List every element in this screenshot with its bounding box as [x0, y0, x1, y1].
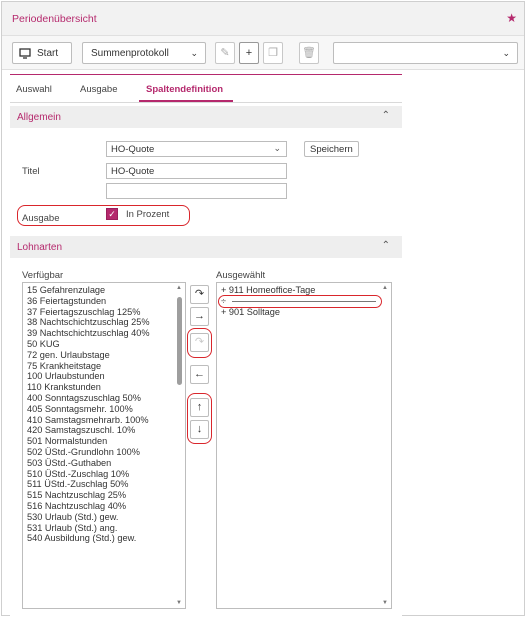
list-item[interactable]: 510 ÜStd.-Zuschlag 10%: [23, 469, 185, 480]
arrow-right-divide-icon: ↷: [194, 336, 205, 348]
selected-label: Ausgewählt: [216, 270, 266, 281]
title-bar: Periodenübersicht ★: [2, 2, 524, 36]
available-list[interactable]: 15 Gefahrenzulage 36 Feiertagstunden 37 Fe…: [22, 282, 186, 609]
arrow-up-icon: ↑: [196, 401, 203, 413]
list-item[interactable]: 37 Feiertagszuschlag 125%: [23, 307, 185, 318]
active-tab-indicator: [139, 100, 233, 102]
list-item[interactable]: 39 Nachtschichtzuschlag 40%: [23, 328, 185, 339]
arrow-down-icon: ↓: [196, 423, 203, 435]
start-button-label: Start: [37, 48, 59, 59]
edit-button[interactable]: ✎: [215, 42, 235, 64]
add-button[interactable]: →: [190, 307, 209, 326]
app-window: Periodenübersicht ★ Start Summenprotokol…: [1, 1, 525, 617]
arrow-right-plus-icon: ↷: [194, 288, 205, 300]
list-item[interactable]: 531 Urlaub (Std.) ang.: [23, 523, 185, 534]
list-item[interactable]: 50 KUG: [23, 339, 185, 350]
remove-button[interactable]: ←: [190, 365, 209, 384]
divider-line: [232, 301, 376, 302]
in-prozent-checkbox[interactable]: ✓: [106, 208, 118, 220]
chevron-down-icon: ⌄: [502, 48, 510, 58]
right-select[interactable]: ⌄: [333, 42, 518, 64]
save-button[interactable]: Speichern: [304, 141, 359, 157]
tab-spaltendefinition[interactable]: Spaltendefinition: [146, 84, 223, 95]
tab-auswahl[interactable]: Auswahl: [16, 84, 52, 95]
scroll-up-icon[interactable]: ▲: [382, 285, 388, 291]
pencil-icon: ✎: [220, 47, 230, 59]
move-up-button[interactable]: ↑: [190, 398, 209, 417]
list-item[interactable]: 38 Nachtschichtzuschlag 25%: [23, 317, 185, 328]
column-select-value: HO-Quote: [111, 144, 155, 155]
in-prozent-label: In Prozent: [126, 209, 170, 220]
list-item[interactable]: 501 Normalstunden: [23, 436, 185, 447]
extra-title-field[interactable]: [106, 183, 287, 199]
delete-button[interactable]: 🗑: [299, 42, 319, 64]
list-item[interactable]: 511 ÜStd.-Zuschlag 50%: [23, 479, 185, 490]
available-items: 15 Gefahrenzulage 36 Feiertagstunden 37 Fe…: [23, 283, 185, 544]
list-item[interactable]: 72 gen. Urlaubstage: [23, 350, 185, 361]
toolbar: Start Summenprotokoll ⌄ ✎ + ❐ 🗑 ⌄: [2, 36, 524, 70]
list-item[interactable]: 420 Samstagszuschl. 10%: [23, 425, 185, 436]
list-item[interactable]: 15 Gefahrenzulage: [23, 285, 185, 296]
list-item[interactable]: 530 Urlaub (Std.) gew.: [23, 512, 185, 523]
definition-panel: Auswahl Ausgabe Spaltendefinition Allgem…: [10, 74, 402, 617]
scroll-up-icon[interactable]: ▲: [176, 285, 182, 291]
titel-field-value: HO-Quote: [111, 166, 155, 177]
list-item[interactable]: 410 Samstagsmehrarb. 100%: [23, 415, 185, 426]
selected-scrollbar[interactable]: ▲ ▼: [382, 285, 389, 606]
chevron-up-icon[interactable]: ⌃: [382, 110, 390, 121]
list-item[interactable]: 100 Urlaubstunden: [23, 371, 185, 382]
list-item[interactable]: + 901 Solltage: [217, 307, 391, 318]
list-item[interactable]: 502 ÜStd.-Grundlohn 100%: [23, 447, 185, 458]
chevron-up-icon[interactable]: ⌃: [382, 240, 390, 251]
window-title: Periodenübersicht: [12, 13, 97, 25]
ausgabe-label: Ausgabe: [22, 213, 60, 224]
titel-field[interactable]: HO-Quote: [106, 163, 287, 179]
list-item[interactable]: 75 Krankheitstage: [23, 361, 185, 372]
list-item[interactable]: 515 Nachtzuschlag 25%: [23, 490, 185, 501]
list-item[interactable]: + 911 Homeoffice-Tage: [217, 283, 391, 296]
copy-button[interactable]: ❐: [263, 42, 283, 64]
add-with-plus-button[interactable]: ↷: [190, 285, 209, 304]
list-item[interactable]: 110 Krankstunden: [23, 382, 185, 393]
available-scrollbar[interactable]: ▲ ▼: [176, 285, 183, 606]
section-allgemein-title: Allgemein: [17, 112, 61, 123]
selected-list[interactable]: + 911 Homeoffice-Tage ÷ + 901 Solltage ▲…: [216, 282, 392, 609]
copy-icon: ❐: [268, 47, 278, 59]
star-plus-icon[interactable]: ★: [506, 11, 517, 25]
list-item[interactable]: 400 Sonntagszuschlag 50%: [23, 393, 185, 404]
arrow-right-icon: →: [194, 310, 205, 322]
plus-icon: +: [245, 47, 253, 59]
tab-bar: Auswahl Ausgabe Spaltendefinition: [10, 75, 402, 103]
protocol-select[interactable]: Summenprotokoll ⌄: [82, 42, 206, 64]
scroll-down-icon[interactable]: ▼: [382, 600, 388, 606]
monitor-icon: [19, 48, 31, 59]
add-button[interactable]: +: [239, 42, 259, 64]
move-down-button[interactable]: ↓: [190, 420, 209, 439]
list-item[interactable]: 540 Ausbildung (Std.) gew.: [23, 533, 185, 544]
section-lohnarten-header[interactable]: Lohnarten ⌃: [10, 236, 402, 258]
chevron-down-icon: ⌄: [273, 143, 281, 153]
list-item[interactable]: 503 ÜStd.-Guthaben: [23, 458, 185, 469]
add-with-divide-button[interactable]: ↷: [190, 333, 209, 352]
list-item[interactable]: 405 Sonntagsmehr. 100%: [23, 404, 185, 415]
list-item[interactable]: 36 Feiertagstunden: [23, 296, 185, 307]
section-allgemein-header[interactable]: Allgemein ⌃: [10, 106, 402, 128]
column-select[interactable]: HO-Quote ⌄: [106, 141, 287, 157]
scroll-thumb[interactable]: [177, 297, 182, 385]
protocol-select-value: Summenprotokoll: [91, 48, 169, 59]
checkmark-icon: ✓: [108, 209, 116, 219]
trash-icon: 🗑: [302, 47, 316, 59]
tab-ausgabe[interactable]: Ausgabe: [80, 84, 118, 95]
start-button[interactable]: Start: [12, 42, 72, 64]
scroll-down-icon[interactable]: ▼: [176, 600, 182, 606]
list-item[interactable]: 516 Nachtzuschlag 40%: [23, 501, 185, 512]
titel-label: Titel: [22, 166, 40, 177]
chevron-down-icon: ⌄: [190, 48, 198, 58]
arrow-left-icon: ←: [194, 368, 205, 380]
section-lohnarten-title: Lohnarten: [17, 242, 63, 253]
available-label: Verfügbar: [22, 270, 64, 281]
